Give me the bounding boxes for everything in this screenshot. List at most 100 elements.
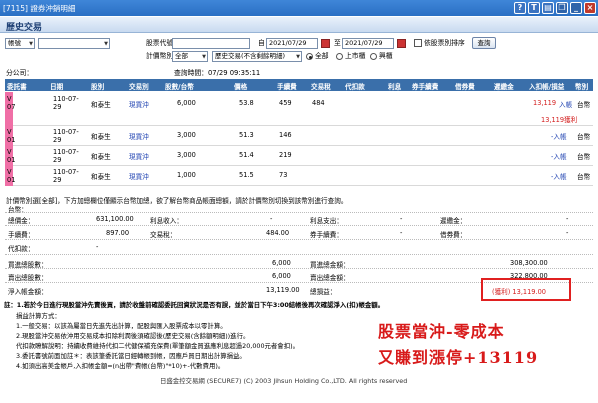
help-icon[interactable]: ? bbox=[514, 2, 526, 14]
table-row[interactable]: V 01 110-07- 29 和泰生 現買沖 3,000 51.3 146 -… bbox=[5, 126, 593, 146]
col-header: 交易稅 bbox=[311, 83, 331, 91]
profit-loss: 13,119 bbox=[533, 99, 557, 107]
col-header: 委託書 bbox=[7, 83, 27, 91]
radio-all[interactable] bbox=[306, 53, 313, 60]
stock-name: 和泰生 bbox=[91, 101, 111, 109]
fee: 219 bbox=[279, 151, 292, 159]
print-icon[interactable]: ▤ bbox=[542, 2, 554, 14]
trade-type-select[interactable]: 歷史交易(不含剩餘明細) bbox=[212, 51, 302, 62]
account-select[interactable] bbox=[38, 38, 110, 49]
query-button[interactable]: 查詢 bbox=[472, 37, 496, 49]
from-date-input[interactable]: 2021/07/29 bbox=[266, 38, 318, 49]
calendar-icon[interactable] bbox=[321, 39, 330, 48]
price: 51.3 bbox=[239, 131, 254, 139]
col-header: 交易別 bbox=[129, 83, 149, 91]
note-line: 3.委託書號前面加註＊：表該筆委託當日經轉帳到帳，因應戶買日期出計算損益。 bbox=[16, 352, 246, 360]
note-line: 4.如須出高美金帳戶,入扣帳金額=(n出帶"費帳(台幣)"*10)+-代數費用)… bbox=[16, 362, 225, 370]
trade-date: 110-07- 29 bbox=[53, 148, 79, 164]
net-amount-label: 淨入帳金額： bbox=[8, 288, 48, 296]
trade-type-link[interactable]: 現買沖 bbox=[129, 131, 149, 141]
quantity: 6,000 bbox=[177, 99, 196, 107]
lending-fee-value: - bbox=[566, 229, 569, 237]
section-title: 歷史交易 bbox=[6, 23, 43, 33]
col-header: 股別 bbox=[91, 83, 105, 91]
currency: 台幣 bbox=[577, 133, 591, 141]
stock-name: 和泰生 bbox=[91, 133, 111, 141]
quantity: 1,000 bbox=[177, 171, 196, 179]
stock-code-input[interactable] bbox=[172, 38, 250, 49]
to-label: 至 bbox=[334, 39, 341, 47]
withholding-value: - bbox=[96, 243, 99, 251]
currency: 台幣 bbox=[577, 101, 591, 109]
annotation-line-1: 股票當沖-零成本 bbox=[378, 322, 505, 341]
note-line: 損益計算方式： bbox=[16, 312, 61, 320]
total-amount-label: 總價金： bbox=[8, 217, 35, 225]
buy-qty-value: 6,000 bbox=[272, 259, 291, 267]
radio-all-label: 全部 bbox=[315, 52, 329, 60]
divider bbox=[5, 239, 593, 240]
interest-expense-value: - bbox=[400, 215, 403, 223]
divider bbox=[5, 225, 593, 226]
quantity: 3,000 bbox=[177, 131, 196, 139]
net-amount-value: 13,119.00 bbox=[266, 286, 300, 294]
restore-icon[interactable]: ❐ bbox=[556, 2, 568, 14]
trade-type-link[interactable]: 現買沖 bbox=[129, 99, 149, 109]
market-select[interactable]: 帳號 bbox=[5, 38, 35, 49]
price: 53.8 bbox=[239, 99, 254, 107]
window-title-bar: [7115] 證券沖銷明細 ? T ▤ ❐ _ × bbox=[0, 0, 598, 16]
col-header: 幣別 bbox=[575, 83, 589, 91]
stock-name: 和泰生 bbox=[91, 173, 111, 181]
close-icon[interactable]: × bbox=[584, 2, 596, 14]
borrow-fee-value: - bbox=[400, 229, 403, 237]
late-fee-value: - bbox=[566, 215, 569, 223]
table-row[interactable]: V 07 110-07- 29 和泰生 現買沖 6,000 53.8 459 4… bbox=[5, 92, 593, 126]
note-line: 1.一般交易：以該為屬當日先進先出計算，配股與匯入股票成本以零計算。 bbox=[16, 322, 227, 330]
interest-expense-label: 利息支出： bbox=[310, 217, 343, 225]
total-pl-label: 總損益： bbox=[310, 288, 337, 296]
table-row[interactable]: V 01 110-07- 29 和泰生 現買沖 1,000 51.5 73 -入… bbox=[5, 166, 593, 186]
divider bbox=[5, 268, 593, 269]
summary-description: 計價幣別選[全部]，下方加總欄位僅顯示台幣加總，欲了解台幣商品帳面總額，請於計價… bbox=[6, 197, 348, 205]
font-icon[interactable]: T bbox=[528, 2, 540, 14]
col-header: 券手續費 bbox=[412, 83, 439, 91]
highlight-box bbox=[481, 278, 571, 301]
col-header: 利息 bbox=[388, 83, 402, 91]
col-header: 代扣款 bbox=[345, 83, 365, 91]
interest-income-label: 利息收入： bbox=[150, 217, 183, 225]
radio-emerging-label: 興櫃 bbox=[379, 52, 393, 60]
entry-mark: 入帳 bbox=[559, 101, 573, 109]
profit-note: 13,119獲利 bbox=[541, 116, 578, 124]
divider bbox=[5, 212, 593, 213]
order-no: V 01 bbox=[7, 168, 16, 184]
currency-select[interactable]: 全部 bbox=[172, 51, 208, 62]
minimize-icon[interactable]: _ bbox=[570, 2, 582, 14]
footer-copyright: 日盛金控交易網 (SECURE7) (C) 2003 Jihsun Holdin… bbox=[160, 377, 408, 385]
trade-date: 110-07- 29 bbox=[53, 128, 79, 144]
col-header: 遲繳金 bbox=[494, 83, 514, 91]
sort-by-stock-checkbox[interactable] bbox=[414, 39, 422, 47]
col-header: 入扣帳/損益 bbox=[529, 83, 565, 91]
sell-qty-value: 6,000 bbox=[272, 272, 291, 280]
fee: 459 bbox=[279, 99, 292, 107]
section-header: 歷史交易 bbox=[0, 17, 598, 33]
calendar-icon[interactable] bbox=[397, 39, 406, 48]
radio-listed[interactable] bbox=[336, 53, 343, 60]
note-line: 代扣款瞭解說明：持續收費維持代扣二代健保補充保費(單筆額金買進應利息超過20,0… bbox=[16, 342, 299, 350]
col-header: 借券費 bbox=[455, 83, 475, 91]
sell-amount-label: 賣出總金額： bbox=[310, 274, 350, 282]
interest-income-value: - bbox=[270, 215, 273, 223]
col-header: 手續費 bbox=[277, 83, 297, 91]
radio-emerging[interactable] bbox=[370, 53, 377, 60]
col-header: 價格 bbox=[234, 83, 248, 91]
trade-type-link[interactable]: 現買沖 bbox=[129, 151, 149, 161]
to-date-input[interactable]: 2021/07/29 bbox=[342, 38, 394, 49]
trade-type-link[interactable]: 現買沖 bbox=[129, 171, 149, 181]
window-title: [7115] 證券沖銷明細 bbox=[3, 4, 76, 13]
price: 51.5 bbox=[239, 171, 254, 179]
table-row[interactable]: V 01 110-07- 29 和泰生 現買沖 3,000 51.4 219 -… bbox=[5, 146, 593, 166]
trade-date: 110-07- 29 bbox=[53, 168, 79, 184]
query-time: 查詢時間：07/29 09:35:11 bbox=[174, 69, 261, 77]
from-label: 自 bbox=[258, 39, 265, 47]
profit-loss: -入帳 bbox=[551, 173, 567, 181]
sell-qty-label: 賣出總股數： bbox=[8, 274, 48, 282]
